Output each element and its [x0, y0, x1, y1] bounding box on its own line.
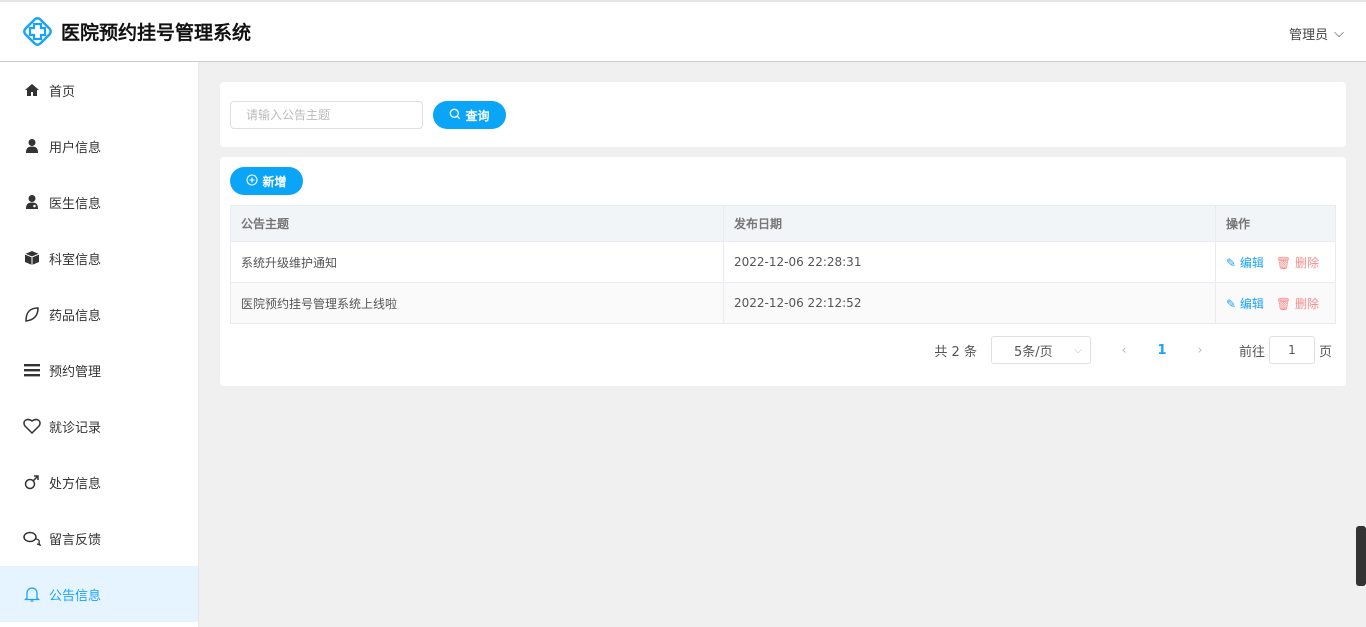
sidebar-item-announcements[interactable]: 公告信息 [0, 566, 198, 622]
app-header: 医院预约挂号管理系统 管理员 ⌵ [0, 0, 1366, 62]
chevron-down-icon: ⌵ [1334, 26, 1344, 41]
chevron-down-icon: ⌵ [1074, 344, 1082, 356]
next-page-button[interactable]: › [1181, 343, 1219, 358]
sidebar-item-prescriptions[interactable]: 处方信息 [0, 454, 198, 510]
search-input[interactable] [230, 101, 423, 129]
bell-icon [23, 585, 41, 603]
delete-button[interactable]: 🗑 删除 [1276, 295, 1319, 312]
edit-label: 编辑 [1239, 255, 1264, 270]
user-name: 管理员 [1289, 28, 1329, 43]
cube-icon [23, 249, 41, 267]
doctor-icon [23, 193, 41, 211]
sidebar-item-label: 药品信息 [49, 308, 102, 324]
page-size-value: 5条/页 [1013, 344, 1053, 360]
logo-icon [21, 15, 54, 48]
add-button[interactable]: 新增 [230, 167, 303, 195]
list-icon [23, 361, 41, 379]
sidebar: 首页 用户信息 医生信息 科室信息 药品信息 预约管理 就诊记录 处方信息 留言… [0, 62, 199, 627]
sidebar-item-label: 用户信息 [49, 140, 102, 156]
sidebar-item-label: 医生信息 [49, 196, 102, 212]
edit-button[interactable]: ✎ 编辑 [1226, 295, 1264, 312]
sidebar-item-medicines[interactable]: 药品信息 [0, 286, 198, 342]
sidebar-item-label: 公告信息 [49, 588, 102, 604]
delete-label: 删除 [1294, 255, 1319, 270]
prev-page-button[interactable]: ‹ [1105, 343, 1143, 358]
page-size-select[interactable]: 5条/页 ⌵ [990, 336, 1091, 364]
leaf-icon [23, 305, 41, 323]
edit-icon: ✎ [1226, 296, 1237, 311]
cell-date: 2022-12-06 22:12:52 [723, 282, 1216, 324]
cell-date: 2022-12-06 22:28:31 [723, 241, 1216, 283]
pagination: 共 2 条 5条/页 ⌵ ‹ 1 › 前往 页 [934, 336, 1332, 364]
search-button[interactable]: 查询 [433, 101, 506, 129]
delete-label: 删除 [1294, 296, 1319, 311]
trash-icon: 🗑 [1275, 255, 1292, 270]
page-number[interactable]: 1 [1143, 343, 1181, 358]
plus-circle-icon [246, 173, 259, 189]
sidebar-item-departments[interactable]: 科室信息 [0, 230, 198, 286]
home-icon [23, 81, 41, 99]
sidebar-item-home[interactable]: 首页 [0, 62, 198, 118]
announcements-table: 公告主题 发布日期 操作 系统升级维护通知 2022-12-06 22:28:3… [230, 205, 1336, 324]
table-card: 新增 公告主题 发布日期 操作 系统升级维护通知 2022-12-06 22:2… [220, 157, 1346, 386]
user-icon [23, 137, 41, 155]
sidebar-item-users[interactable]: 用户信息 [0, 118, 198, 174]
sidebar-item-appointments[interactable]: 预约管理 [0, 342, 198, 398]
total-count: 共 2 条 [934, 344, 977, 360]
sidebar-item-label: 留言反馈 [49, 532, 102, 548]
sidebar-item-label: 科室信息 [49, 252, 102, 268]
sidebar-item-feedback[interactable]: 留言反馈 [0, 510, 198, 566]
user-menu[interactable]: 管理员 ⌵ [1289, 24, 1344, 43]
cell-title: 医院预约挂号管理系统上线啦 [230, 282, 724, 324]
goto-label: 前往 [1238, 344, 1265, 360]
table-row: 系统升级维护通知 2022-12-06 22:28:31 ✎ 编辑 🗑 删除 [230, 241, 1336, 283]
app-title: 医院预约挂号管理系统 [61, 22, 252, 44]
comments-icon [23, 529, 41, 547]
delete-button[interactable]: 🗑 删除 [1276, 254, 1319, 271]
sidebar-item-label: 首页 [49, 84, 76, 100]
sidebar-item-doctors[interactable]: 医生信息 [0, 174, 198, 230]
sidebar-item-label: 就诊记录 [49, 420, 102, 436]
heart-icon [23, 417, 41, 435]
trash-icon: 🗑 [1275, 296, 1292, 311]
page-suffix: 页 [1318, 344, 1332, 360]
cell-title: 系统升级维护通知 [230, 241, 724, 283]
column-header-actions: 操作 [1215, 205, 1336, 242]
column-header-date: 发布日期 [723, 205, 1216, 242]
goto-page-input[interactable] [1268, 336, 1315, 364]
edit-icon: ✎ [1226, 255, 1237, 270]
sidebar-item-label: 预约管理 [49, 364, 102, 380]
sidebar-item-visits[interactable]: 就诊记录 [0, 398, 198, 454]
edit-label: 编辑 [1239, 296, 1264, 311]
column-header-title: 公告主题 [230, 205, 724, 242]
sidebar-item-label: 处方信息 [49, 476, 102, 492]
search-icon [449, 108, 461, 123]
search-card: 查询 [220, 82, 1346, 147]
male-icon [23, 473, 41, 491]
search-button-label: 查询 [465, 108, 490, 123]
add-button-label: 新增 [262, 174, 287, 189]
table-row: 医院预约挂号管理系统上线啦 2022-12-06 22:12:52 ✎ 编辑 🗑 … [230, 282, 1336, 324]
floating-widget[interactable] [1356, 526, 1366, 586]
edit-button[interactable]: ✎ 编辑 [1226, 254, 1264, 271]
